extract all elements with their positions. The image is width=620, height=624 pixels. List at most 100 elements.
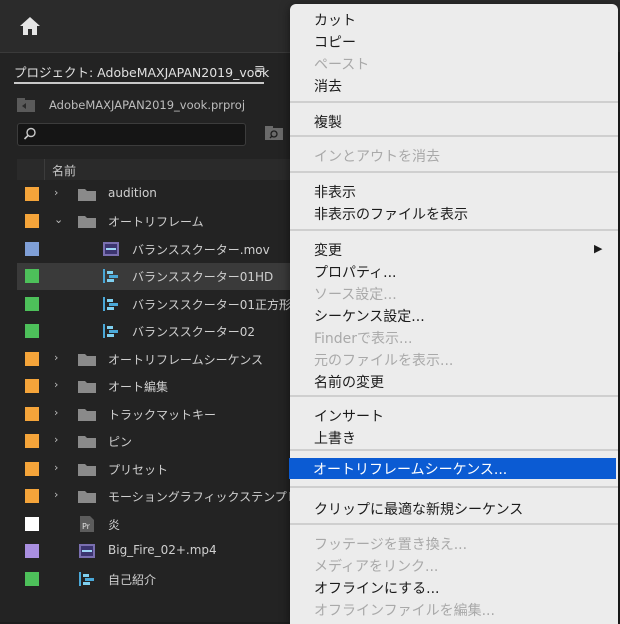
project-item-row[interactable]: › audition <box>17 181 292 208</box>
context-menu: カット コピー ペースト 消去 複製 インとアウトを消去 非表示 非表示のファイルを表示 変更 ▶… <box>289 4 618 624</box>
project-item-label: 炎 <box>108 518 121 532</box>
menu-item-highlight[interactable]: オートリフレームシーケンス... <box>289 458 616 479</box>
project-tab-title[interactable]: プロジェクト: AdobeMAXJAPAN2019_vook <box>14 62 269 81</box>
menu-item[interactable]: 非表示のファイルを表示 <box>314 204 468 224</box>
panel-menu-icon[interactable]: ≡ <box>254 62 265 77</box>
label-color-swatch[interactable] <box>25 269 39 283</box>
label-color-swatch[interactable] <box>25 352 39 366</box>
project-item-label: バランススクーター.mov <box>132 243 270 257</box>
folder-icon <box>78 354 96 366</box>
chevron-right-icon[interactable]: › <box>54 407 64 419</box>
submenu-arrow-icon: ▶ <box>594 242 603 255</box>
label-color-swatch[interactable] <box>25 544 39 558</box>
project-item-row[interactable]: › モーショングラフィックステンプレート <box>17 483 292 510</box>
project-item-row[interactable]: 自己紹介 <box>17 566 292 593</box>
project-file-icon <box>17 98 35 112</box>
video-clip-icon <box>79 544 95 558</box>
label-color-swatch[interactable] <box>25 572 39 586</box>
menu-item[interactable]: 消去 <box>314 76 342 96</box>
column-header[interactable]: 名前 <box>17 159 292 180</box>
project-item-label: オートリフレームシーケンス <box>108 353 264 367</box>
label-color-swatch[interactable] <box>25 434 39 448</box>
sequence-icon <box>103 297 118 311</box>
project-panel: プロジェクト: AdobeMAXJAPAN2019_vook ≡ AdobeMA… <box>0 52 292 622</box>
project-item-label: Big_Fire_02+.mp4 <box>108 543 217 557</box>
menu-separator <box>290 523 618 525</box>
menu-item[interactable]: 複製 <box>314 112 342 132</box>
label-color-swatch[interactable] <box>25 489 39 503</box>
menu-separator <box>290 135 618 137</box>
menu-item[interactable]: シーケンス設定... <box>314 306 425 326</box>
chevron-down-icon[interactable]: ⌄ <box>54 214 64 226</box>
project-item-row[interactable]: › プリセット <box>17 456 292 483</box>
column-separator <box>44 159 45 180</box>
project-item-label: オート編集 <box>108 380 169 394</box>
menu-item: ペースト <box>314 57 370 73</box>
sequence-icon <box>103 324 118 338</box>
menu-item[interactable]: 変更 <box>314 240 342 260</box>
menu-item[interactable]: インサート <box>314 406 384 426</box>
menu-item: オフラインファイルを編集... <box>314 603 495 619</box>
premiere-project-icon: Pr <box>80 516 94 532</box>
project-item-label: バランススクーター01HD <box>132 270 274 284</box>
menu-item-auto-reframe-sequence[interactable]: オートリフレームシーケンス... <box>313 459 507 479</box>
menu-separator <box>290 171 618 173</box>
sequence-icon <box>79 572 94 586</box>
menu-separator <box>290 486 618 488</box>
project-item-row[interactable]: › ピン <box>17 428 292 455</box>
folder-icon <box>78 409 96 421</box>
menu-item: Finderで表示... <box>314 331 413 347</box>
label-color-swatch[interactable] <box>25 324 39 338</box>
project-item-row[interactable]: バランススクーター02 <box>17 318 292 345</box>
project-item-row[interactable]: バランススクーター.mov <box>17 236 292 263</box>
menu-item[interactable]: プロパティ... <box>314 262 397 282</box>
menu-item[interactable]: クリップに最適な新規シーケンス <box>314 499 523 519</box>
label-color-swatch[interactable] <box>25 187 39 201</box>
label-color-swatch[interactable] <box>25 214 39 228</box>
menu-separator <box>290 449 618 451</box>
chevron-right-icon[interactable]: › <box>54 379 64 391</box>
chevron-right-icon[interactable]: › <box>54 462 64 474</box>
label-color-swatch[interactable] <box>25 379 39 393</box>
project-file-name: AdobeMAXJAPAN2019_vook.prproj <box>49 98 246 112</box>
project-item-row[interactable]: Big_Fire_02+.mp4 <box>17 538 292 565</box>
menu-item[interactable]: 上書き <box>314 428 356 448</box>
search-input[interactable] <box>17 123 246 146</box>
project-item-row[interactable]: › オートリフレームシーケンス <box>17 346 292 373</box>
project-item-row[interactable]: ⌄ オートリフレーム <box>17 208 292 235</box>
menu-item[interactable]: オフラインにする... <box>314 578 440 598</box>
label-color-swatch[interactable] <box>25 517 39 531</box>
project-item-row[interactable]: › トラックマットキー <box>17 401 292 428</box>
label-color-swatch[interactable] <box>25 462 39 476</box>
project-item-label: バランススクーター02 <box>132 325 256 339</box>
home-icon[interactable] <box>16 12 44 40</box>
project-item-label: オートリフレーム <box>108 215 204 229</box>
project-item-label: 自己紹介 <box>108 573 157 587</box>
menu-item[interactable]: コピー <box>314 32 356 52</box>
chevron-right-icon[interactable]: › <box>54 187 64 199</box>
chevron-right-icon[interactable]: › <box>54 489 64 501</box>
menu-item: 元のファイルを表示... <box>314 353 454 369</box>
column-name-label: 名前 <box>52 164 77 178</box>
label-color-swatch[interactable] <box>25 407 39 421</box>
project-item-row[interactable]: バランススクーター01正方形 <box>17 291 292 318</box>
chevron-right-icon[interactable]: › <box>54 434 64 446</box>
menu-item: メディアをリンク... <box>314 559 439 575</box>
project-item-row[interactable]: › オート編集 <box>17 373 292 400</box>
find-bin-icon[interactable] <box>264 125 284 141</box>
menu-item[interactable]: カット <box>314 10 356 30</box>
menu-item: フッテージを置き換え... <box>314 537 468 553</box>
folder-icon <box>78 216 96 228</box>
project-item-row[interactable]: Pr 炎 <box>17 511 292 538</box>
label-color-swatch[interactable] <box>25 297 39 311</box>
project-item-label: audition <box>108 186 157 200</box>
project-item-row[interactable]: バランススクーター01HD <box>17 263 292 290</box>
menu-item[interactable]: 名前の変更 <box>314 372 384 392</box>
label-color-swatch[interactable] <box>25 242 39 256</box>
chevron-right-icon[interactable]: › <box>54 352 64 364</box>
search-icon <box>23 127 36 140</box>
menu-separator <box>290 101 618 103</box>
menu-item[interactable]: 非表示 <box>314 182 356 202</box>
video-clip-icon <box>103 242 119 256</box>
svg-text:Pr: Pr <box>82 522 91 531</box>
